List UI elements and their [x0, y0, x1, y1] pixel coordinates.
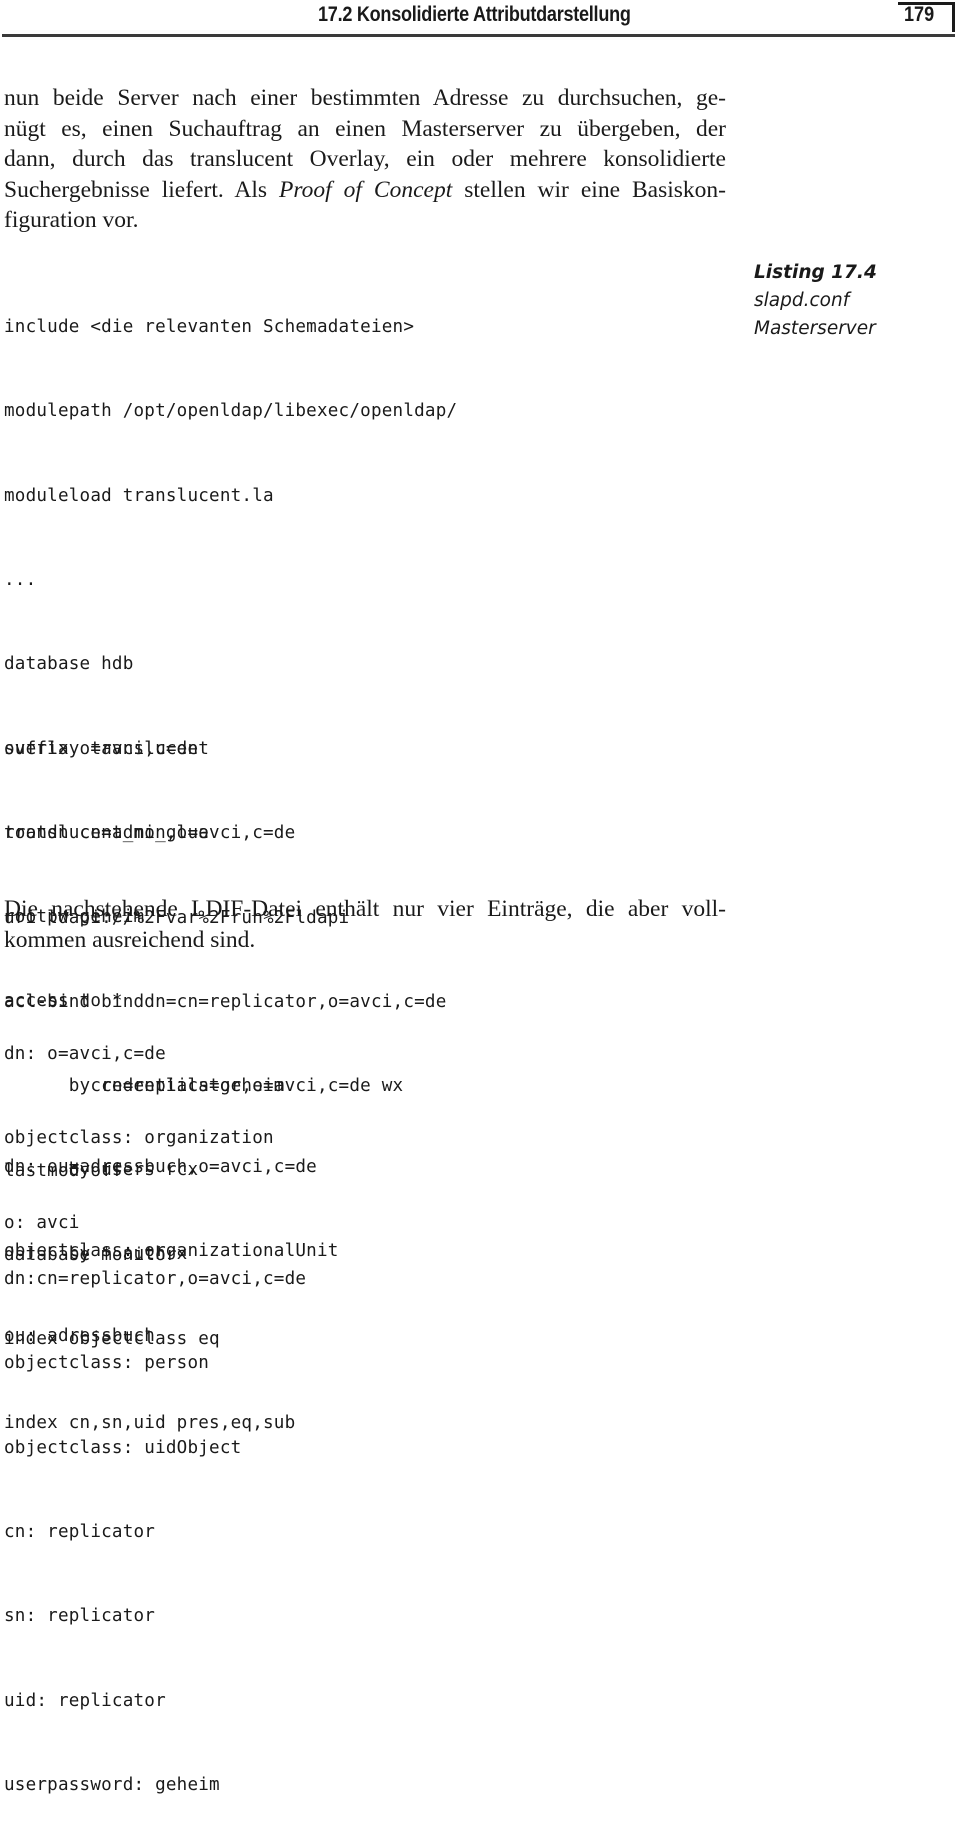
code-line: cn: replicator — [4, 1522, 156, 1543]
ldif-paragraph: Die nachstehende LDIF-Datei enthält nur … — [4, 894, 726, 955]
page-number: 179 — [904, 3, 935, 26]
code-line: sn: replicator — [4, 1606, 156, 1627]
code-line: dn: ou=adressbuch,o=avci,c=de — [4, 1157, 317, 1178]
code-line: dn:cn=replicator,o=avci,c=de — [4, 1269, 307, 1290]
section-title: 17.2 Konsolidierte Attributdarstellung — [318, 3, 631, 26]
paragraph-line: figuration vor. — [4, 207, 139, 233]
code-line: moduleload translucent.la — [4, 485, 274, 506]
code-line: translucent_no_glue — [4, 823, 210, 844]
paragraph-line: Suchergebnisse liefert. Als Proof of Con… — [4, 175, 726, 206]
code-line: overlay translucent — [4, 739, 210, 760]
code-line: dn: o=avci,c=de — [4, 1044, 166, 1065]
paragraph-line: nun beide Server nach einer bestimmten A… — [4, 85, 726, 111]
listing-number: Listing 17.4 — [754, 262, 877, 283]
code-line: database hdb — [4, 654, 134, 675]
listing-subject: Masterserver — [754, 318, 876, 339]
emphasis-proof-of-concept: Proof of Concept — [279, 176, 453, 203]
code-line: modulepath /opt/openldap/libexec/openlda… — [4, 401, 458, 422]
paragraph-line: kommen ausreichend sind. — [4, 926, 256, 953]
paragraph-line: dann, durch das translucent Overlay, ein… — [4, 146, 726, 172]
text-run: Suchergebnisse liefert. Als — [4, 176, 280, 203]
paragraph-line: nügt es, einen Suchauftrag an einen Mast… — [4, 115, 726, 142]
code-line: ... — [4, 570, 37, 591]
running-header: 17.2 Konsolidierte Attributdarstellung 1… — [0, 0, 960, 37]
text-run: stellen wir eine Basiskon- — [452, 176, 726, 203]
page-number-frame-side — [952, 2, 955, 32]
code-line: include <die relevanten Schemadateien> — [4, 317, 415, 338]
code-line: objectclass: uidObject — [4, 1437, 242, 1458]
ldif-entry-3: dn:cn=replicator,o=avci,c=de objectclass… — [4, 1209, 306, 1827]
intro-paragraph: nun beide Server nach einer bestimmten A… — [4, 83, 726, 236]
code-line: userpassword: geheim — [4, 1774, 220, 1795]
header-rule — [2, 34, 955, 37]
code-line: objectclass: person — [4, 1353, 210, 1374]
code-line: uid: replicator — [4, 1690, 166, 1711]
paragraph-line: Die nachstehende LDIF-Datei enthält nur … — [4, 896, 726, 922]
listing-caption: Listing 17.4 slapd.conf Masterserver — [754, 259, 877, 343]
listing-file: slapd.conf — [754, 290, 850, 311]
